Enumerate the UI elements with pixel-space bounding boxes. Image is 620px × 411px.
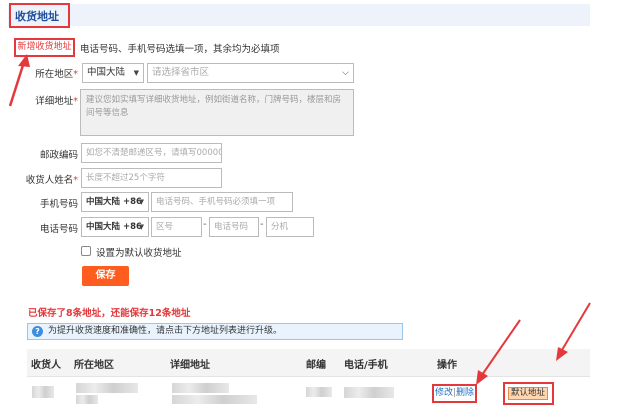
mobile-input[interactable]: 电话号码、手机号码必须填一项 bbox=[151, 192, 293, 212]
chevron-down-icon: ▼ bbox=[133, 69, 139, 77]
detail-label: 详细地址* bbox=[35, 96, 78, 107]
name-input[interactable]: 长度不超过25个字符 bbox=[81, 168, 222, 188]
upgrade-notice: ? 为提升收货速度和准确性，请点击下方地址列表进行升级。 bbox=[27, 323, 403, 340]
annotation-arrows-right bbox=[476, 302, 591, 385]
blurred-postcode bbox=[306, 387, 332, 397]
col-header-detail: 详细地址 bbox=[170, 360, 210, 371]
chevron-down-icon: ⌵ bbox=[342, 68, 349, 78]
col-header-region: 所在地区 bbox=[74, 360, 114, 371]
area-code-input[interactable]: 区号 bbox=[151, 217, 202, 237]
mobile-label: 手机号码 bbox=[39, 199, 78, 210]
edit-link[interactable]: 修改 bbox=[435, 388, 453, 398]
region-label: 所在地区* bbox=[35, 69, 78, 80]
phone-separator: - bbox=[203, 219, 207, 230]
col-header-postcode: 邮编 bbox=[306, 360, 326, 371]
blurred-phone bbox=[344, 387, 394, 398]
col-header-consignee: 收货人 bbox=[31, 360, 61, 371]
phone-country-select[interactable]: 中国大陆 +86 ▼ bbox=[81, 217, 149, 237]
phone-label: 电话号码 bbox=[39, 224, 78, 235]
phone-separator: - bbox=[260, 219, 264, 230]
mobile-country-select[interactable]: 中国大陆 +86 ▼ bbox=[81, 192, 149, 212]
default-address-label: 设置为默认收货地址 bbox=[96, 248, 182, 259]
section-header-bar bbox=[8, 4, 590, 26]
save-button[interactable]: 保存 bbox=[82, 266, 129, 286]
phone-ext-input[interactable]: 分机 bbox=[266, 217, 314, 237]
form-hint: 电话号码、手机号码选填一项，其余均为必填项 bbox=[80, 44, 280, 55]
blurred-detail bbox=[172, 395, 257, 404]
chevron-down-icon: ▼ bbox=[138, 223, 144, 231]
saved-count-text: 已保存了8条地址，还能保存12条地址 bbox=[28, 308, 191, 319]
page-title: 收货地址 bbox=[15, 10, 59, 23]
detail-address-textarea[interactable]: 建议您如实填写详细收货地址，例如街道名称，门牌号码，楼层和房间号等信息 bbox=[80, 89, 354, 136]
blurred-region bbox=[76, 395, 98, 404]
blurred-detail bbox=[172, 383, 229, 393]
chevron-down-icon: ▼ bbox=[138, 198, 144, 206]
blurred-region bbox=[76, 383, 138, 393]
region-select[interactable]: 请选择省市区 ⌵ bbox=[147, 63, 354, 83]
info-icon: ? bbox=[32, 326, 43, 337]
postcode-input[interactable]: 如您不清楚邮递区号，请填写000000 bbox=[81, 143, 222, 163]
col-header-phone: 电话/手机 bbox=[344, 360, 388, 371]
blurred-consignee bbox=[32, 386, 54, 398]
default-address-checkbox[interactable] bbox=[81, 246, 91, 256]
phone-number-input[interactable]: 电话号码 bbox=[209, 217, 259, 237]
name-label: 收货人姓名* bbox=[25, 175, 78, 186]
postcode-label: 邮政编码 bbox=[39, 150, 78, 161]
region-country-select[interactable]: 中国大陆 ▼ bbox=[82, 63, 144, 83]
col-header-actions: 操作 bbox=[437, 360, 457, 371]
